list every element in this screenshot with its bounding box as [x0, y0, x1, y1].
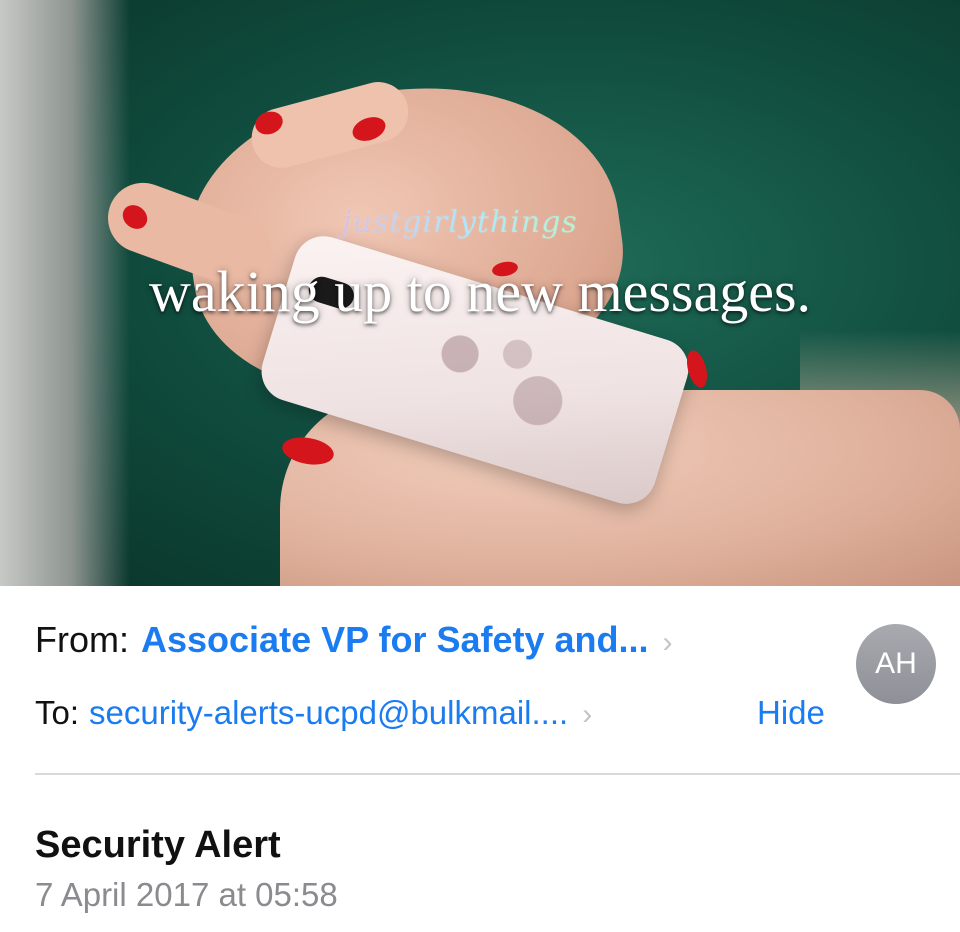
brand-watermark: justgirlythings	[0, 205, 920, 240]
red-nail	[683, 348, 711, 390]
email-header: From: Associate VP for Safety and... › AH …	[0, 586, 960, 932]
meme-caption: waking up to new messages.	[148, 259, 812, 324]
sender-name-link[interactable]: Associate VP for Safety and...	[141, 619, 649, 660]
to-row: To: security-alerts-ucpd@bulkmail.... ›	[35, 694, 592, 732]
email-date: 7 April 2017 at 05:58	[35, 876, 338, 913]
from-row: From: Associate VP for Safety and... ›	[35, 619, 673, 661]
divider	[35, 773, 960, 775]
recipient-address-link[interactable]: security-alerts-ucpd@bulkmail....	[89, 694, 568, 731]
from-label: From:	[35, 619, 129, 660]
sender-avatar[interactable]: AH	[856, 624, 936, 704]
to-label: To:	[35, 694, 80, 731]
email-subject: Security Alert	[35, 824, 281, 866]
hide-details-button[interactable]: Hide	[757, 694, 825, 732]
meme-photo: justgirlythings waking up to new message…	[0, 0, 960, 586]
chevron-right-icon[interactable]: ›	[663, 626, 673, 659]
chevron-right-icon[interactable]: ›	[582, 698, 592, 731]
